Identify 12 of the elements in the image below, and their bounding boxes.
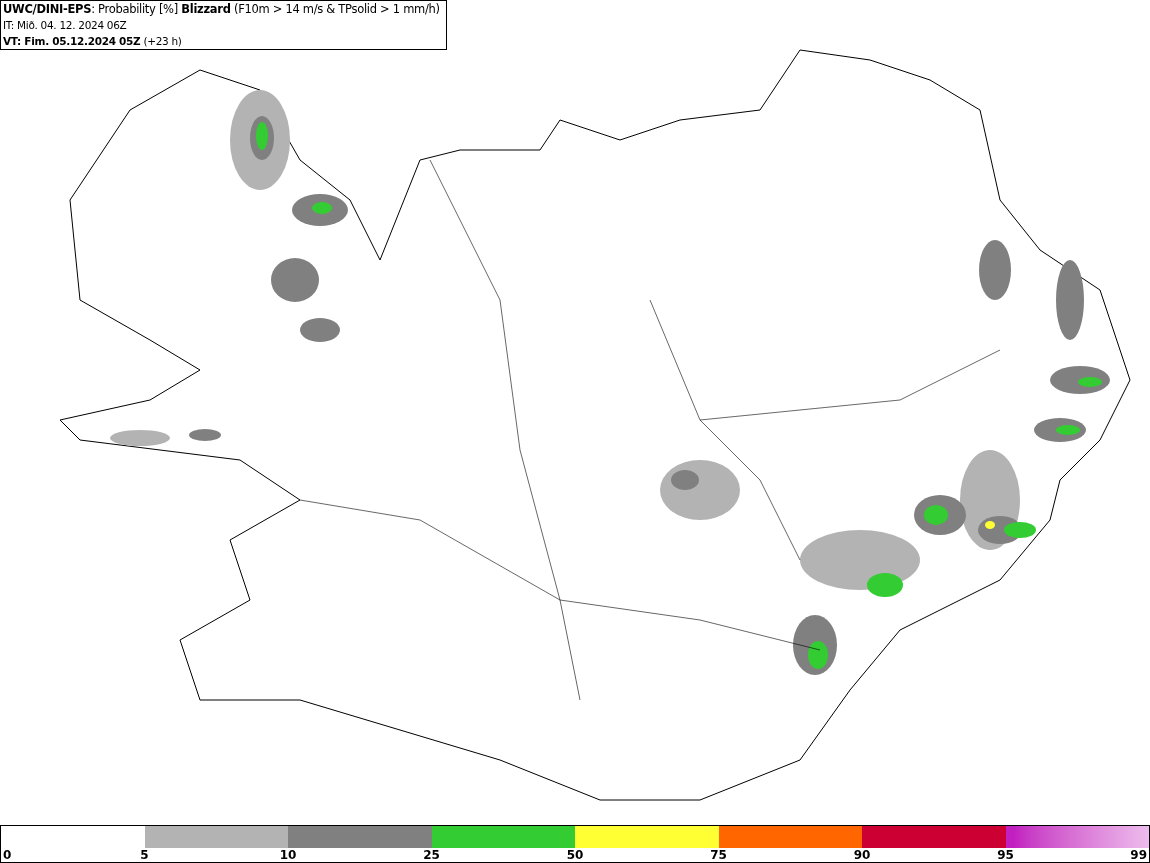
header-text: UWC/DINI-EPS: Probability [%] Blizzard (F10m > 14 m/s & TPsolid > 1 mm/h)	[3, 1, 440, 17]
legend-label: 0	[3, 848, 12, 862]
legend-label: 25	[423, 848, 440, 862]
header-text: IT: Mið. 04. 12. 2024 06Z	[3, 18, 128, 33]
legend-label: 75	[710, 848, 727, 862]
header-text: VT: Fim. 05.12.2024 05Z (+23 h)	[3, 34, 183, 49]
legend-label: 95	[997, 848, 1014, 862]
legend-label: 99	[1130, 848, 1147, 862]
legend-label: 90	[853, 848, 871, 862]
legend-label: 50	[566, 848, 584, 862]
legend-label: 5	[140, 848, 149, 862]
legend-label: 10	[279, 848, 297, 862]
